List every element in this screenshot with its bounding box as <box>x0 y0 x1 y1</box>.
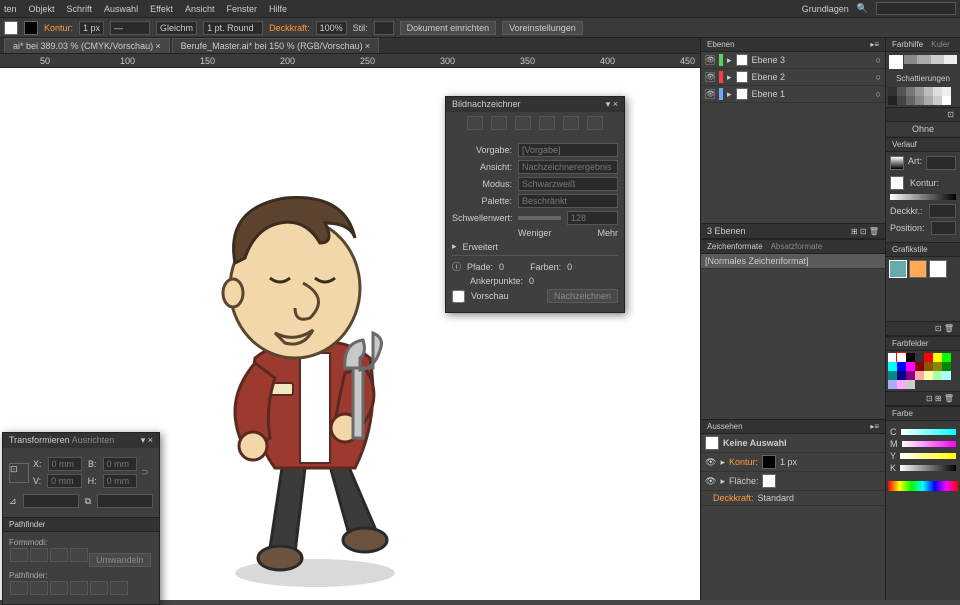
workspace-switcher[interactable]: Grundlagen <box>802 4 849 14</box>
style-select[interactable] <box>374 21 394 35</box>
collapse-icon[interactable]: ▾ <box>606 99 611 109</box>
image-trace-panel[interactable]: Bildnachzeichner▾ × Vorgabe:[Vorgabe] An… <box>445 96 625 313</box>
exclude-button[interactable] <box>70 548 88 562</box>
intersect-button[interactable] <box>50 548 68 562</box>
artwork-character <box>185 168 445 588</box>
layers-panel-header[interactable]: Ebenen▸≡ <box>701 38 885 52</box>
view-select[interactable]: Nachzeichnerergebnis <box>518 160 618 174</box>
doc-tab[interactable]: Berufe_Master.ai* bei 150 % (RGB/Vorscha… <box>172 38 380 53</box>
mode-select[interactable]: Schwarzweiß <box>518 177 618 191</box>
color-header[interactable]: Farbe <box>886 406 960 421</box>
none-row: Ohne <box>886 122 960 137</box>
shear-input[interactable] <box>97 494 153 508</box>
trace-button[interactable]: Nachzeichnen <box>547 289 618 303</box>
link-icon[interactable]: ⊃ <box>141 467 153 478</box>
transform-panel[interactable]: Transformieren Ausrichten▾ × ⊡ X:0 mmB:0… <box>2 432 160 605</box>
cmyk-sliders[interactable]: C M Y K <box>886 421 960 479</box>
label-deckkraft: Deckkraft: <box>269 23 310 33</box>
appearance-header[interactable]: Aussehen▸≡ <box>701 419 885 434</box>
preset-select[interactable]: [Vorgabe] <box>518 143 618 157</box>
layer-row[interactable]: 👁▸Ebene 3○ <box>701 52 885 69</box>
advanced-toggle[interactable]: ▸Erweitert <box>452 241 618 252</box>
align-select[interactable]: Gleichm <box>156 21 197 35</box>
divide-button[interactable] <box>10 581 28 595</box>
menu-item[interactable]: Hilfe <box>269 4 287 14</box>
pathfinder-header[interactable]: Pathfinder <box>3 517 159 532</box>
x-input[interactable]: 0 mm <box>48 457 82 471</box>
palette-select[interactable]: Beschränkt <box>518 194 618 208</box>
close-icon[interactable]: × <box>155 41 160 51</box>
panel-titlebar[interactable]: Bildnachzeichner▾ × <box>446 97 624 112</box>
layers-footer: 3 Ebenen⊞ ⊡ 🗑 <box>701 223 885 239</box>
prefs-button[interactable]: Voreinstellungen <box>502 21 583 35</box>
close-icon[interactable]: × <box>613 99 618 109</box>
crop-button[interactable] <box>70 581 88 595</box>
layer-row[interactable]: 👁▸Ebene 1○ <box>701 86 885 103</box>
menu-item[interactable]: Objekt <box>29 4 55 14</box>
rotate-input[interactable] <box>23 494 79 508</box>
unite-button[interactable] <box>10 548 28 562</box>
colorguide-header[interactable]: FarbhilfeKuler <box>886 38 960 52</box>
stroke-width-select[interactable]: 1 px <box>79 21 104 35</box>
minus-front-button[interactable] <box>30 548 48 562</box>
minus-back-button[interactable] <box>110 581 128 595</box>
menu-item[interactable]: Schrift <box>67 4 93 14</box>
close-icon[interactable]: × <box>365 41 370 51</box>
menu-item[interactable]: Fenster <box>226 4 257 14</box>
swatches-header[interactable]: Farbfelder <box>886 336 960 351</box>
appearance-opacity[interactable]: Deckkraft:Standard <box>701 491 885 506</box>
trim-button[interactable] <box>30 581 48 595</box>
collapse-icon[interactable]: ▾ <box>141 435 146 445</box>
layer-row[interactable]: 👁▸Ebene 2○ <box>701 69 885 86</box>
preset-icons[interactable] <box>446 112 624 134</box>
y-input[interactable]: 0 mm <box>47 474 81 488</box>
graphicstyles-header[interactable]: Grafikstile <box>886 242 960 257</box>
menu-item[interactable]: Auswahl <box>104 4 138 14</box>
menu-item[interactable]: ten <box>4 4 17 14</box>
preview-checkbox[interactable] <box>452 290 465 303</box>
panel-dock-mid: Ebenen▸≡ 👁▸Ebene 3○ 👁▸Ebene 2○ 👁▸Ebene 1… <box>700 38 885 600</box>
gradient-header[interactable]: Verlauf <box>886 137 960 152</box>
ref-point-icon[interactable]: ⊡ <box>9 463 29 483</box>
menu-item[interactable]: Effekt <box>150 4 173 14</box>
doc-tab[interactable]: ai* bei 389.03 % (CMYK/Vorschau) × <box>4 38 170 53</box>
ruler-horizontal: 50100150200250300350400450 <box>0 54 700 68</box>
threshold-slider[interactable] <box>518 216 561 220</box>
opacity-select[interactable]: 100% <box>316 21 347 35</box>
merge-button[interactable] <box>50 581 68 595</box>
search-icon: 🔍 <box>857 3 868 14</box>
layers-list: 👁▸Ebene 3○ 👁▸Ebene 2○ 👁▸Ebene 1○ <box>701 52 885 103</box>
menu-bar: ten Objekt Schrift Auswahl Effekt Ansich… <box>0 0 960 18</box>
appearance-stroke[interactable]: 👁▸Kontur:1 px <box>701 453 885 472</box>
visibility-toggle[interactable]: 👁 <box>705 89 715 99</box>
appearance-none: Keine Auswahl <box>701 434 885 453</box>
label-kontur: Kontur: <box>44 23 73 33</box>
color-swatches[interactable] <box>886 351 960 391</box>
appearance-fill[interactable]: 👁▸Fläche: <box>701 472 885 491</box>
doc-setup-button[interactable]: Dokument einrichten <box>400 21 497 35</box>
visibility-toggle[interactable]: 👁 <box>705 55 715 65</box>
charstyle-item[interactable]: [Normales Zeichenformat] <box>701 254 885 269</box>
panel-dock-right: FarbhilfeKuler Schattierungen ⊡ Ohne Ver… <box>885 38 960 600</box>
fill-swatch[interactable] <box>4 21 18 35</box>
search-input[interactable] <box>876 2 956 15</box>
shade-swatches[interactable] <box>886 85 960 107</box>
w-input[interactable]: 0 mm <box>103 457 137 471</box>
stroke-swatch[interactable] <box>24 21 38 35</box>
profile-select[interactable]: — <box>110 21 150 35</box>
charstyles-header[interactable]: ZeichenformateAbsatzformate <box>701 239 885 254</box>
brush-select[interactable]: 1 pt. Round <box>203 21 263 35</box>
visibility-toggle[interactable]: 👁 <box>705 72 715 82</box>
close-icon[interactable]: × <box>148 435 153 445</box>
options-bar: Kontur: 1 px — Gleichm 1 pt. Round Deckk… <box>0 18 960 38</box>
outline-button[interactable] <box>90 581 108 595</box>
h-input[interactable]: 0 mm <box>103 474 137 488</box>
menu-item[interactable]: Ansicht <box>185 4 215 14</box>
label-stil: Stil: <box>353 23 368 33</box>
expand-button[interactable]: Umwandeln <box>89 553 151 567</box>
